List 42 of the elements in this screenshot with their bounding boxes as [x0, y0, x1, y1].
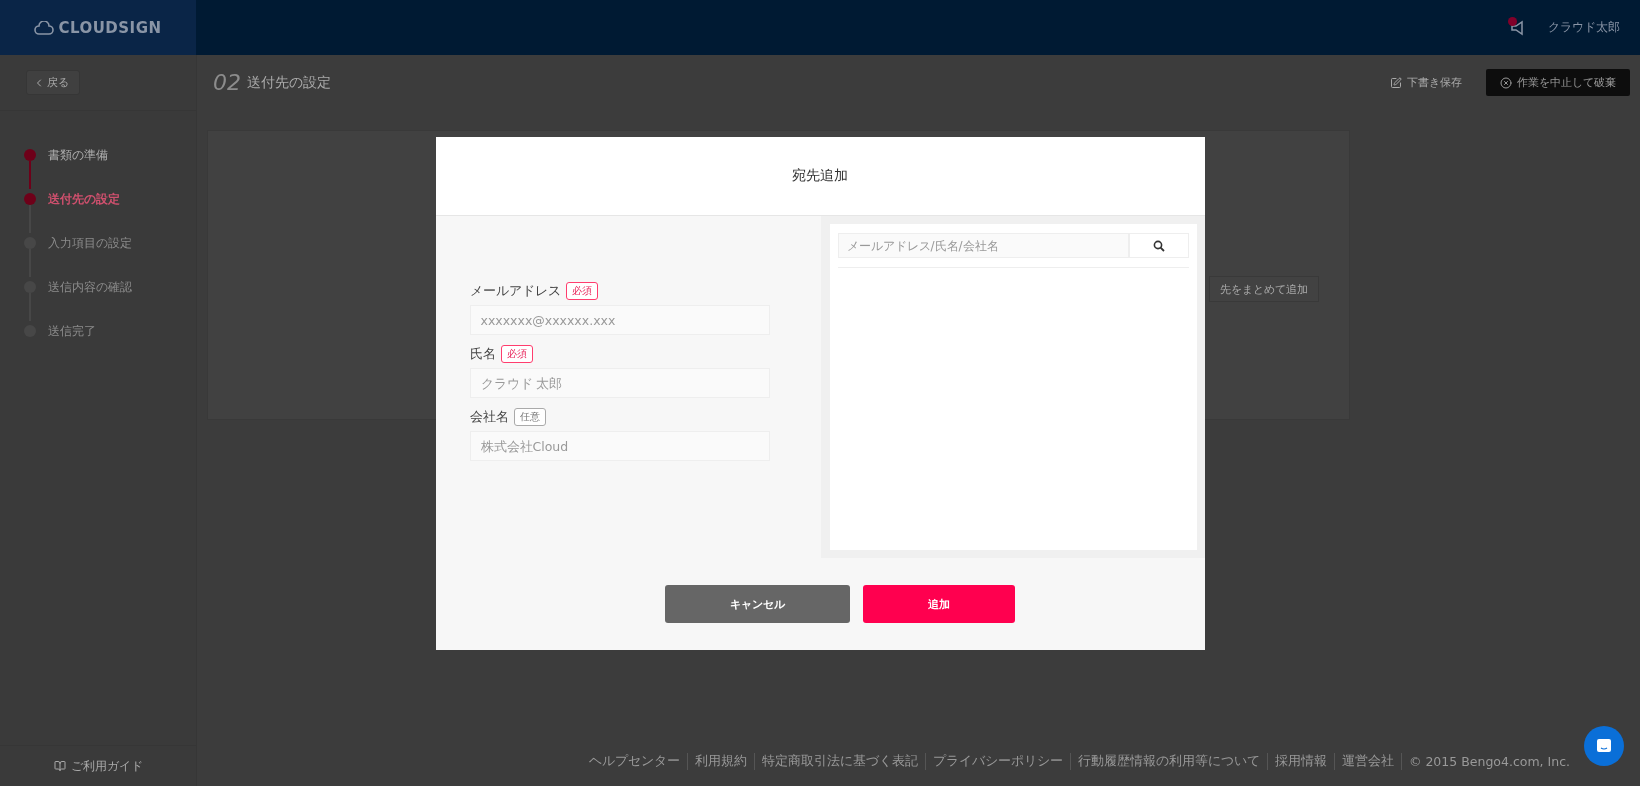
input-field[interactable]: xxxxxxx@xxxxxx.xxx	[469, 305, 770, 335]
discard-button[interactable]: 作業を中止して破棄	[1486, 69, 1630, 96]
search-icon	[1152, 239, 1165, 252]
footer-link[interactable]: 運営会社	[1334, 752, 1402, 770]
input-field[interactable]: クラウド 太郎	[469, 368, 770, 398]
chat-button[interactable]	[1584, 726, 1624, 766]
footer-link[interactable]: 利用規約	[687, 752, 755, 770]
page-title: 送付先の設定	[247, 73, 331, 92]
copyright: © 2015 Bengo4.com, Inc.	[1407, 753, 1570, 769]
field-label: メールアドレス	[469, 282, 561, 300]
add-button[interactable]: 追加	[863, 585, 1015, 623]
dialog-title: 宛先追加	[792, 167, 848, 185]
book-icon	[53, 760, 66, 772]
field-label: 会社名	[469, 408, 509, 426]
footer-link[interactable]: 採用情報	[1267, 752, 1335, 770]
step-label[interactable]: 入力項目の設定	[48, 234, 132, 252]
circle-x-icon	[1500, 76, 1512, 89]
search-button[interactable]	[1128, 233, 1189, 258]
search-field[interactable]: メールアドレス/氏名/会社名	[837, 233, 1129, 258]
footer-link[interactable]: プライバシーポリシー	[925, 752, 1071, 770]
save-draft-button[interactable]: 下書き保存	[1384, 74, 1468, 91]
field-tag: 必須	[565, 282, 598, 300]
step-label[interactable]: 送信内容の確認	[48, 278, 132, 296]
footer-link[interactable]: 特定商取引法に基づく表記	[754, 752, 926, 770]
cancel-button[interactable]: キャンセル	[665, 585, 850, 623]
logo: CLOUDSIGN	[0, 0, 196, 55]
guide-link[interactable]: ご利用ガイド	[0, 745, 196, 786]
footer-link[interactable]: 行動履歴情報の利用等について	[1070, 752, 1268, 770]
user-name[interactable]: クラウド太郎	[1548, 19, 1620, 36]
field-label: 氏名	[469, 345, 496, 363]
footer-link[interactable]: ヘルプセンター	[581, 752, 688, 770]
input-field[interactable]: 株式会社Cloud	[469, 431, 770, 461]
step-label[interactable]: 送付先の設定	[48, 190, 120, 208]
back-button[interactable]: 戻る	[26, 70, 80, 95]
chat-icon	[1595, 737, 1613, 755]
step-number: 02	[213, 70, 241, 95]
step-label[interactable]: 書類の準備	[48, 146, 108, 164]
edit-icon	[1390, 76, 1402, 89]
bulk-add-button[interactable]: 先をまとめて追加	[1209, 276, 1319, 302]
field-tag: 必須	[500, 345, 533, 363]
step-label[interactable]: 送信完了	[48, 322, 96, 340]
field-tag: 任意	[513, 408, 546, 426]
